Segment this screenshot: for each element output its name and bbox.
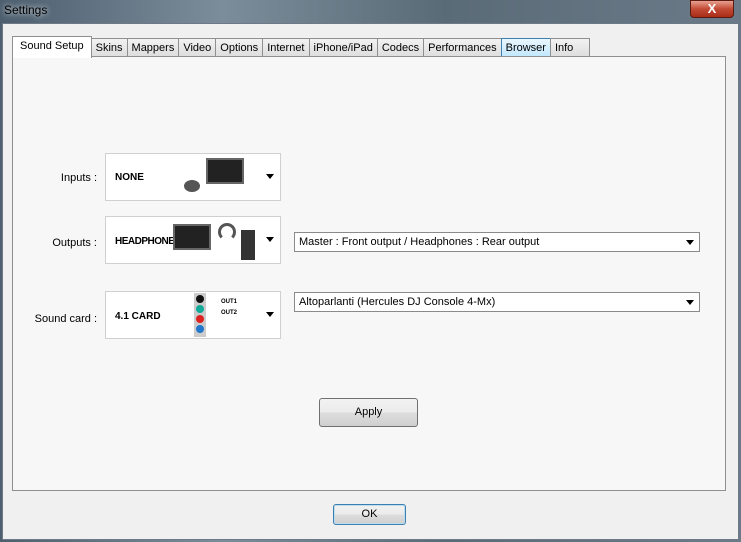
out1-label: OUT1 bbox=[221, 299, 238, 305]
chevron-down-icon bbox=[686, 300, 694, 305]
outputs-label: Outputs : bbox=[52, 237, 97, 249]
tab-codecs[interactable]: Codecs bbox=[376, 38, 425, 58]
laptop-icon bbox=[173, 224, 211, 250]
outputs-value: HEADPHONES bbox=[115, 236, 181, 247]
speaker-icon bbox=[241, 230, 255, 260]
chevron-down-icon bbox=[266, 312, 274, 317]
output-routing-value: Master : Front output / Headphones : Rea… bbox=[299, 236, 540, 248]
sound-device-value: Altoparlanti (Hercules DJ Console 4-Mx) bbox=[299, 296, 496, 308]
headphones-icon bbox=[218, 223, 236, 241]
settings-window: Settings X Sound Setup Skins Mappers Vid… bbox=[0, 0, 741, 542]
tab-internet[interactable]: Internet bbox=[262, 38, 310, 58]
chevron-down-icon bbox=[266, 237, 274, 242]
mouse-icon bbox=[184, 180, 200, 192]
tab-sound-setup[interactable]: Sound Setup bbox=[12, 36, 92, 58]
outputs-dropdown[interactable]: HEADPHONES bbox=[105, 216, 281, 264]
window-title: Settings bbox=[4, 3, 48, 17]
sound-card-jacks-icon bbox=[194, 293, 206, 337]
tab-browser[interactable]: Browser bbox=[500, 38, 551, 58]
tab-skins[interactable]: Skins bbox=[90, 38, 128, 58]
out2-label: OUT2 bbox=[221, 310, 238, 316]
tab-performances[interactable]: Performances bbox=[423, 38, 502, 58]
chevron-down-icon bbox=[266, 174, 274, 179]
laptop-icon bbox=[206, 158, 244, 184]
tab-video[interactable]: Video bbox=[178, 38, 217, 58]
inputs-label: Inputs : bbox=[60, 172, 97, 184]
sound-card-dropdown[interactable]: 4.1 CARD OUT1 OUT2 bbox=[105, 291, 281, 339]
tab-info[interactable]: Info bbox=[549, 38, 591, 58]
chevron-down-icon bbox=[686, 240, 694, 245]
apply-button[interactable]: Apply bbox=[319, 398, 418, 427]
ok-button[interactable]: OK bbox=[333, 504, 406, 525]
tab-bar: Sound Setup Skins Mappers Video Options … bbox=[12, 36, 591, 58]
inputs-dropdown[interactable]: NONE bbox=[105, 153, 281, 201]
inputs-value: NONE bbox=[115, 172, 144, 183]
tab-iphone-ipad[interactable]: iPhone/iPad bbox=[308, 38, 378, 58]
tab-mappers[interactable]: Mappers bbox=[126, 38, 180, 58]
close-button[interactable]: X bbox=[690, 0, 734, 18]
sound-card-value: 4.1 CARD bbox=[115, 311, 161, 322]
tab-options[interactable]: Options bbox=[215, 38, 264, 58]
output-routing-select[interactable]: Master : Front output / Headphones : Rea… bbox=[294, 232, 700, 252]
sound-device-select[interactable]: Altoparlanti (Hercules DJ Console 4-Mx) bbox=[294, 292, 700, 312]
sound-card-label: Sound card : bbox=[34, 313, 97, 325]
